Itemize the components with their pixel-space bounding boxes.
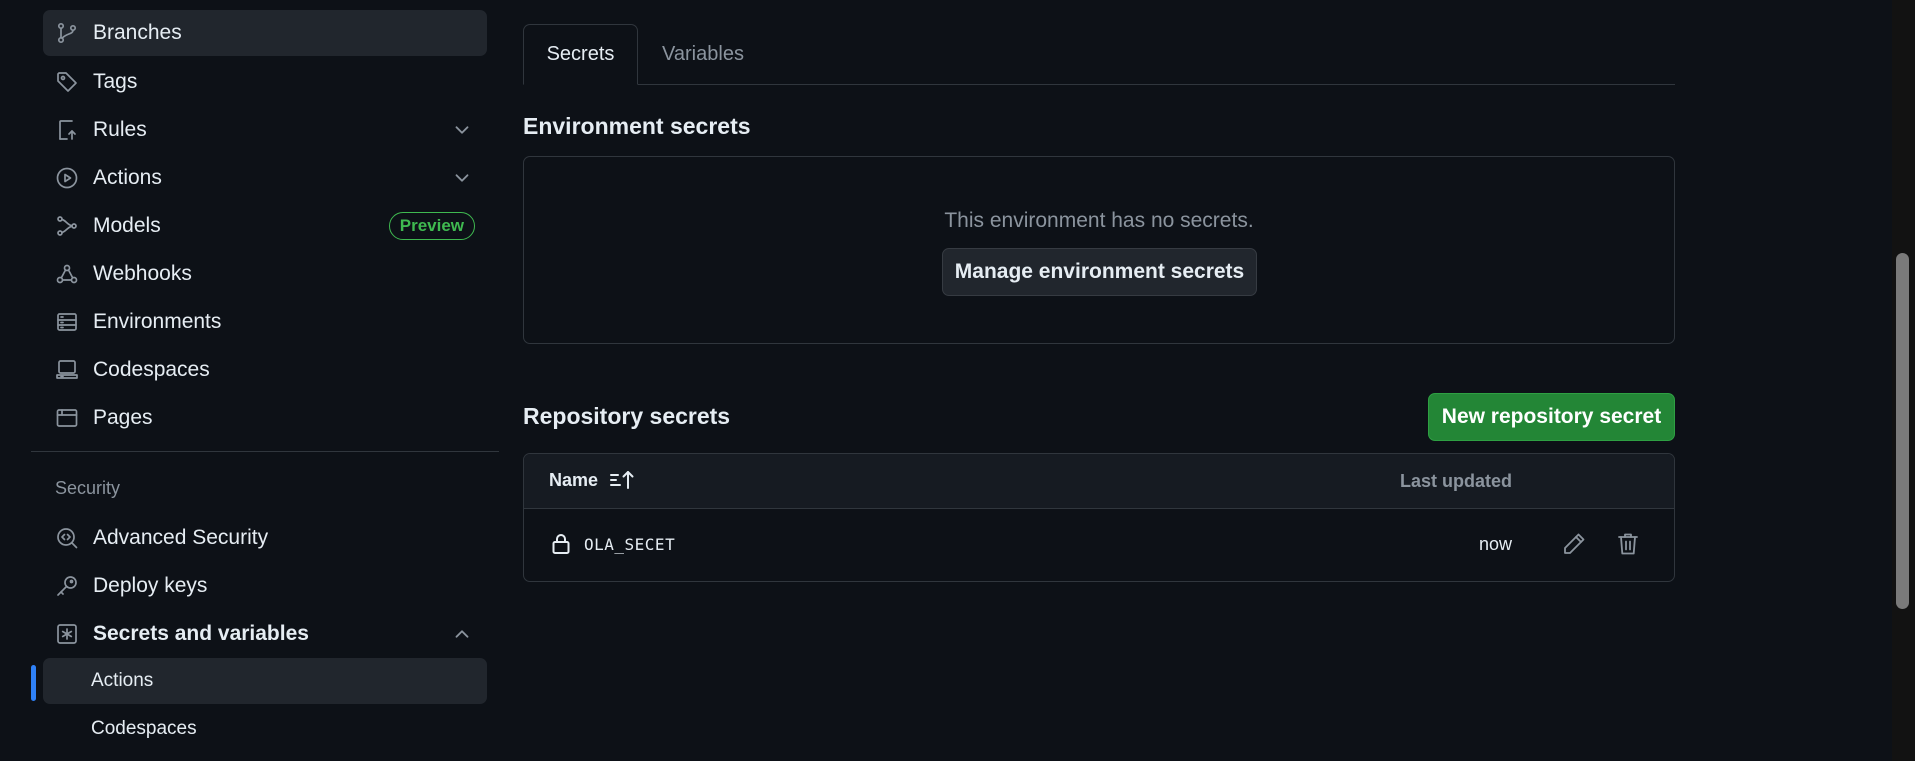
sidebar-item-label: Codespaces xyxy=(93,358,210,381)
secret-name: OLA_SECET xyxy=(584,535,676,554)
environment-empty-text: This environment has no secrets. xyxy=(944,209,1254,232)
environment-secrets-title: Environment secrets xyxy=(523,113,751,139)
column-header-name[interactable]: Name xyxy=(549,470,598,491)
sidebar-item-label: Pages xyxy=(93,406,153,429)
key-icon xyxy=(55,574,79,598)
sidebar-item-label: Models xyxy=(93,214,161,237)
sidebar-item-label: Tags xyxy=(93,70,138,93)
secret-last-updated: now xyxy=(1478,534,1512,554)
play-icon xyxy=(55,166,79,190)
repository-secrets-table: Name Last updated OLA_SECET now xyxy=(523,453,1675,582)
sidebar-item-webhooks[interactable]: Webhooks xyxy=(43,251,487,297)
table-row: OLA_SECET now xyxy=(524,509,1674,581)
sidebar-item-codespaces[interactable]: Codespaces xyxy=(43,347,487,393)
rules-icon xyxy=(55,118,79,142)
tab-bar: Secrets Variables xyxy=(523,24,1675,85)
server-icon xyxy=(55,310,79,334)
git-branch-icon xyxy=(55,21,79,45)
sidebar-item-pages[interactable]: Pages xyxy=(43,395,487,441)
codespaces-icon xyxy=(55,358,79,382)
webhook-icon xyxy=(55,262,79,286)
sidebar-item-label: Secrets and variables xyxy=(93,622,309,645)
sidebar-item-branches[interactable]: Branches xyxy=(43,10,487,56)
sort-ascending-icon[interactable] xyxy=(609,469,635,491)
chevron-down-icon[interactable] xyxy=(451,119,473,141)
models-icon xyxy=(55,214,79,238)
asterisk-icon xyxy=(55,622,79,646)
lock-icon xyxy=(549,532,573,556)
sidebar-section-security: Security xyxy=(55,478,121,498)
active-indicator xyxy=(31,665,36,701)
sidebar-item-label: Deploy keys xyxy=(93,574,208,597)
sidebar-item-label: Environments xyxy=(93,310,222,333)
column-header-last-updated: Last updated xyxy=(1399,471,1512,491)
tag-icon xyxy=(55,70,79,94)
trash-icon[interactable] xyxy=(1614,530,1642,558)
tab-secrets[interactable]: Secrets xyxy=(523,24,638,85)
sidebar-item-rules[interactable]: Rules xyxy=(43,107,487,153)
sidebar-item-models[interactable]: Models Preview xyxy=(43,203,487,249)
sidebar-item-deploy-keys[interactable]: Deploy keys xyxy=(43,563,487,609)
pencil-icon[interactable] xyxy=(1560,530,1588,558)
sidebar-item-label: Advanced Security xyxy=(93,526,269,549)
chevron-down-icon[interactable] xyxy=(451,167,473,189)
sidebar-item-advanced-security[interactable]: Advanced Security xyxy=(43,515,487,561)
sidebar-item-secrets-and-variables[interactable]: Secrets and variables xyxy=(43,611,487,657)
preview-badge: Preview xyxy=(388,212,475,240)
tab-variables[interactable]: Variables xyxy=(638,24,768,84)
sidebar-item-tags[interactable]: Tags xyxy=(43,59,487,105)
new-repository-secret-button[interactable]: New repository secret xyxy=(1428,393,1675,441)
sidebar-item-actions[interactable]: Actions xyxy=(43,155,487,201)
scrollbar-thumb[interactable] xyxy=(1896,253,1909,609)
sidebar-item-label: Actions xyxy=(93,166,162,189)
table-header: Name Last updated xyxy=(524,454,1674,509)
chevron-up-icon[interactable] xyxy=(451,623,473,645)
codescan-icon xyxy=(55,526,79,550)
sidebar-subitem-codespaces[interactable]: Codespaces xyxy=(43,706,487,752)
environment-secrets-panel: This environment has no secrets. Manage … xyxy=(523,156,1675,344)
browser-icon xyxy=(55,406,79,430)
manage-environment-secrets-button[interactable]: Manage environment secrets xyxy=(942,248,1257,296)
sidebar-item-label: Rules xyxy=(93,118,147,141)
sidebar-subitem-actions[interactable]: Actions xyxy=(43,658,487,704)
sidebar-item-label: Webhooks xyxy=(93,262,192,285)
sidebar-divider xyxy=(31,451,499,452)
sidebar-item-label: Branches xyxy=(93,21,182,44)
settings-sidebar: Branches Tags Rules Actions Models Previ… xyxy=(0,0,500,761)
main-content: Secrets Variables Environment secrets Th… xyxy=(523,0,1675,761)
sidebar-item-environments[interactable]: Environments xyxy=(43,299,487,345)
repository-secrets-title: Repository secrets xyxy=(523,403,731,429)
